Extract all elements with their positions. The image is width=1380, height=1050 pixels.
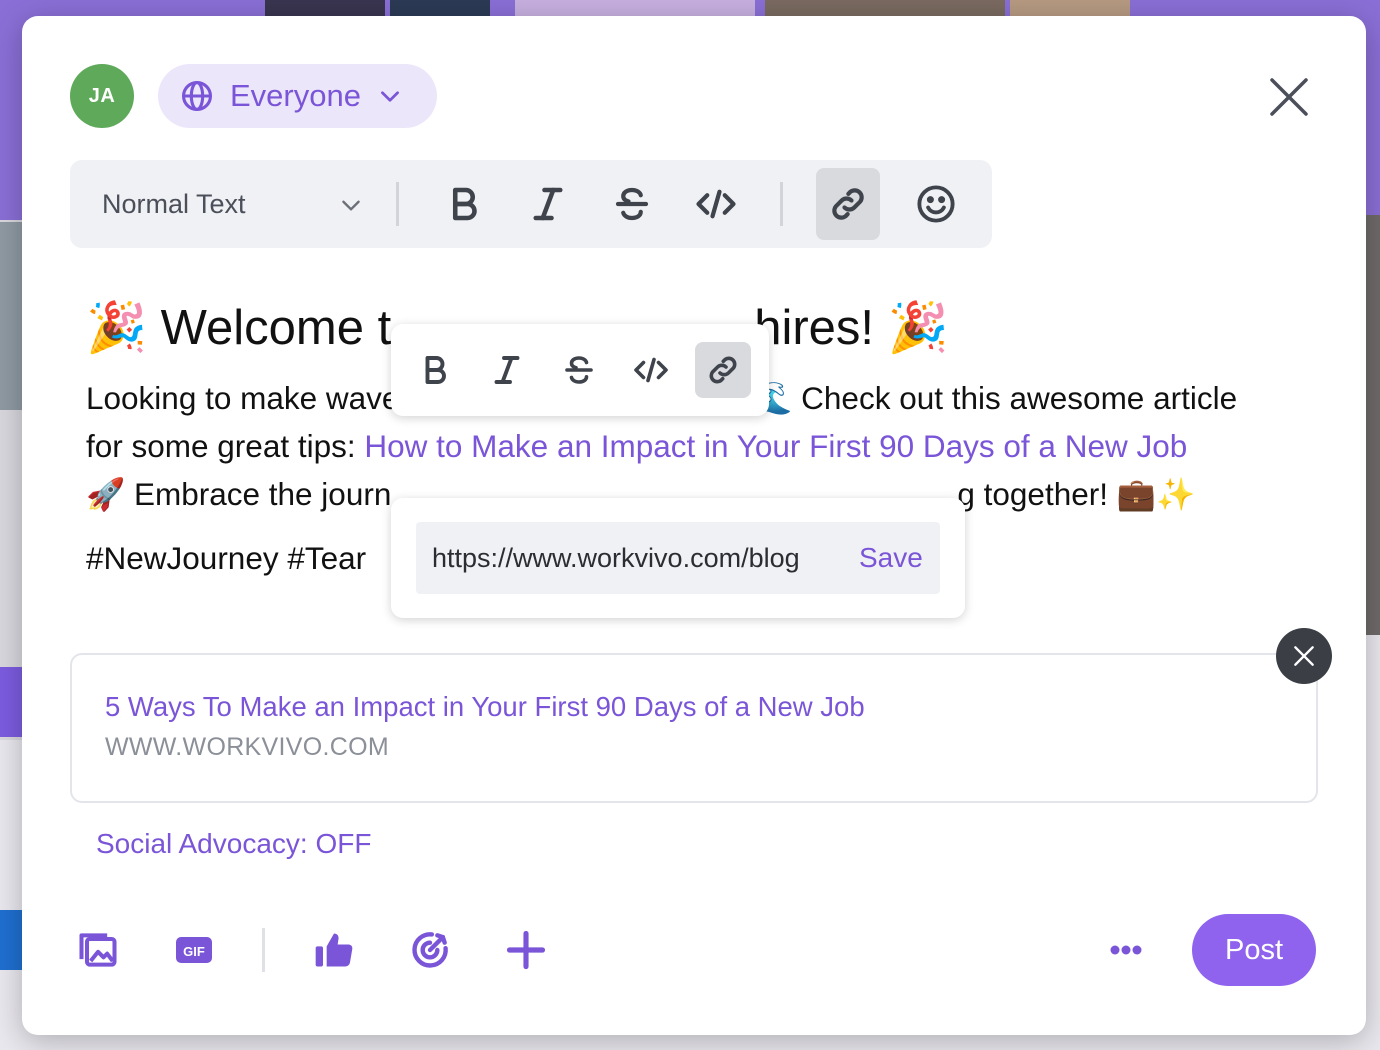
inline-strikethrough-button[interactable] bbox=[551, 342, 607, 398]
emoji-button[interactable] bbox=[904, 168, 968, 240]
background-button bbox=[0, 910, 22, 970]
inline-code-button[interactable] bbox=[623, 342, 679, 398]
paragraph-text: Looking to make waves bbox=[86, 380, 416, 416]
strikethrough-icon bbox=[615, 187, 649, 221]
background-badge bbox=[0, 667, 22, 737]
text-style-label: Normal Text bbox=[102, 188, 246, 219]
save-link-button[interactable]: Save bbox=[859, 542, 923, 574]
more-menu-button[interactable] bbox=[1100, 924, 1152, 976]
avatar: JA bbox=[70, 64, 134, 128]
link-url-field: Save bbox=[416, 522, 940, 594]
inline-link-button[interactable] bbox=[695, 342, 751, 398]
background-image bbox=[0, 222, 22, 410]
close-button[interactable] bbox=[1266, 74, 1312, 120]
formatting-toolbar: Normal Text bbox=[70, 160, 992, 248]
link-icon bbox=[832, 188, 864, 220]
post-composer-modal: JA Everyone Normal Text 🎉 Welcome t hire… bbox=[22, 16, 1366, 1035]
ellipsis-icon bbox=[1110, 945, 1142, 955]
party-emoji: 🎉 bbox=[887, 301, 949, 355]
link-url-input[interactable] bbox=[432, 522, 842, 594]
inline-bold-button[interactable] bbox=[407, 342, 463, 398]
strikethrough-icon bbox=[565, 356, 593, 384]
heading-text-end: hires! bbox=[754, 301, 875, 355]
chevron-down-icon bbox=[342, 200, 360, 211]
link-button[interactable] bbox=[816, 168, 880, 240]
more-options-add-button[interactable] bbox=[500, 924, 552, 976]
inline-format-toolbar bbox=[391, 324, 769, 416]
inline-italic-button[interactable] bbox=[479, 342, 535, 398]
globe-icon bbox=[181, 80, 213, 112]
close-icon bbox=[1294, 646, 1314, 666]
close-icon bbox=[1270, 78, 1308, 116]
add-media-button[interactable] bbox=[72, 924, 124, 976]
add-kudos-button[interactable] bbox=[308, 924, 360, 976]
link-editor-popover: Save bbox=[391, 498, 965, 618]
link-preview-domain: WWW.WORKVIVO.COM bbox=[105, 733, 389, 761]
action-divider bbox=[262, 928, 265, 972]
post-button[interactable]: Post bbox=[1192, 914, 1316, 986]
link-icon bbox=[709, 356, 737, 384]
italic-icon bbox=[494, 356, 520, 384]
target-icon bbox=[412, 932, 448, 968]
paragraph-text: g together! 💼✨ bbox=[957, 476, 1196, 512]
paragraph-text: for some great tips: bbox=[86, 428, 365, 464]
background-image bbox=[1366, 215, 1380, 635]
paragraph-text: 🚀 Embrace the journ bbox=[86, 476, 392, 512]
audience-selector[interactable]: Everyone bbox=[158, 64, 437, 128]
code-icon bbox=[696, 189, 736, 219]
audience-label: Everyone bbox=[230, 78, 361, 113]
link-preview-title: 5 Ways To Make an Impact in Your First 9… bbox=[105, 691, 865, 722]
code-icon bbox=[634, 357, 668, 383]
plus-icon bbox=[506, 930, 546, 970]
bold-icon bbox=[425, 356, 446, 384]
toolbar-divider bbox=[396, 182, 399, 226]
italic-button[interactable] bbox=[516, 168, 580, 240]
gif-icon: GIF bbox=[176, 937, 212, 963]
add-gif-button[interactable]: GIF bbox=[168, 924, 220, 976]
article-link[interactable]: How to Make an Impact in Your First 90 D… bbox=[364, 428, 1187, 464]
code-button[interactable] bbox=[684, 168, 748, 240]
remove-preview-button[interactable] bbox=[1276, 628, 1332, 684]
add-goal-button[interactable] bbox=[404, 924, 456, 976]
text-style-select[interactable]: Normal Text bbox=[102, 184, 372, 224]
party-emoji: 🎉 bbox=[86, 301, 148, 355]
social-advocacy-toggle[interactable]: Social Advocacy: OFF bbox=[96, 828, 371, 860]
link-preview-card[interactable]: 5 Ways To Make an Impact in Your First 9… bbox=[70, 653, 1318, 803]
bold-icon bbox=[452, 187, 477, 221]
toolbar-divider bbox=[780, 182, 783, 226]
italic-icon bbox=[533, 187, 563, 221]
heading-text-start: Welcome t bbox=[160, 301, 392, 355]
chevron-down-icon bbox=[381, 91, 399, 102]
images-icon bbox=[79, 933, 117, 967]
smiley-icon bbox=[917, 185, 955, 223]
svg-text:GIF: GIF bbox=[183, 944, 205, 959]
strikethrough-button[interactable] bbox=[600, 168, 664, 240]
paragraph-text: 🌊 Check out this awesome article bbox=[753, 380, 1238, 416]
thumbs-up-icon bbox=[315, 933, 353, 967]
bold-button[interactable] bbox=[432, 168, 496, 240]
